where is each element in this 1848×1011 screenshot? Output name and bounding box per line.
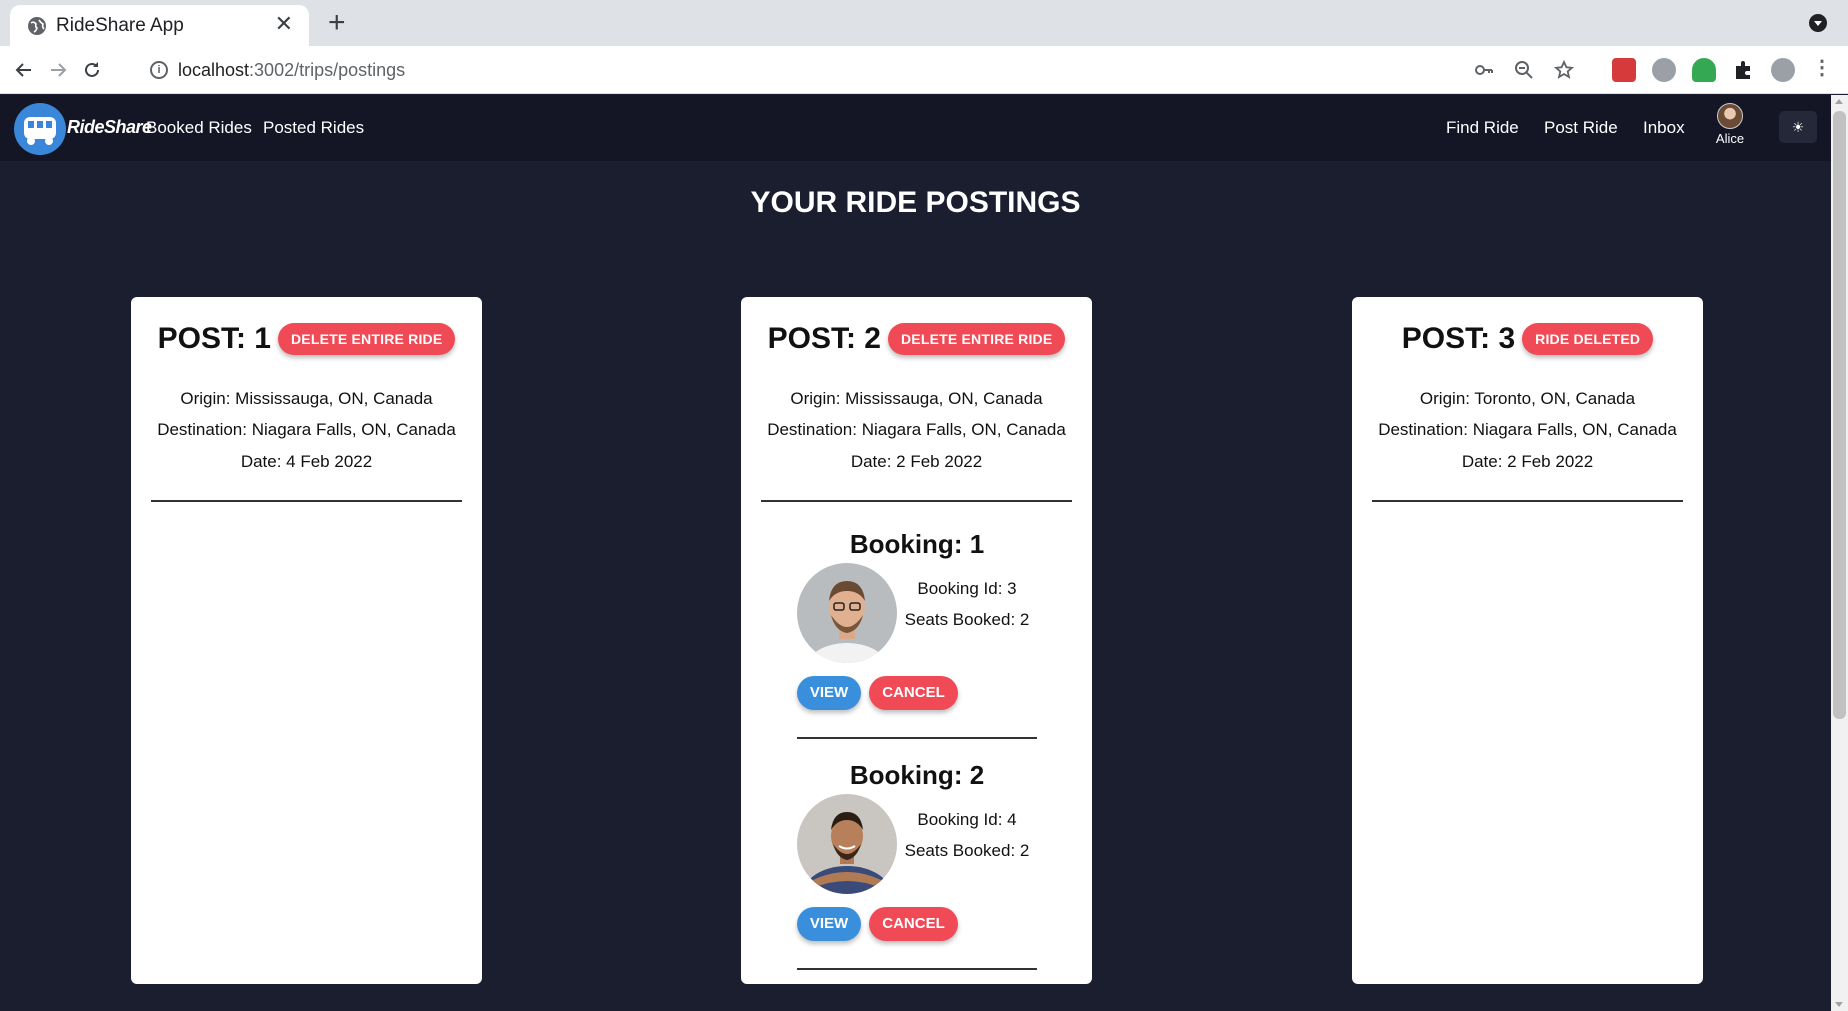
seats-booked: Seats Booked: 2 — [904, 841, 1030, 860]
user-menu[interactable]: Alice — [1710, 103, 1750, 146]
page-scrollbar[interactable] — [1831, 95, 1848, 1011]
bug-icon[interactable] — [1652, 58, 1676, 82]
post-number: POST: 1 — [157, 322, 271, 355]
app-navbar: RideShare Booked Rides Posted Rides Find… — [0, 95, 1831, 161]
cancel-booking-button[interactable]: CANCEL — [869, 676, 958, 710]
post-header: POST: 1 DELETE ENTIRE RIDE — [131, 322, 482, 356]
forward-arrow-icon[interactable] — [44, 56, 72, 84]
url-text: localhost:3002/trips/postings — [178, 60, 405, 81]
post-header: POST: 2 DELETE ENTIRE RIDE — [741, 322, 1092, 356]
ride-deleted-badge: RIDE DELETED — [1522, 323, 1654, 355]
sun-icon: ☀ — [1791, 119, 1805, 135]
divider — [797, 968, 1037, 970]
divider — [797, 737, 1037, 739]
nav-booked-rides[interactable]: Booked Rides — [146, 118, 252, 138]
delete-ride-button[interactable]: DELETE ENTIRE RIDE — [277, 323, 456, 355]
extension-html-icon[interactable] — [1692, 58, 1716, 82]
divider — [1372, 500, 1683, 502]
theme-toggle-button[interactable]: ☀ — [1779, 111, 1817, 143]
post-number: POST: 3 — [1401, 322, 1516, 355]
view-booking-button[interactable]: VIEW — [797, 676, 861, 710]
post-origin: Origin: Toronto, ON, Canada — [1419, 389, 1636, 408]
puzzle-icon[interactable] — [1732, 58, 1756, 82]
booking-id: Booking Id: 3 — [917, 579, 1017, 598]
menu-dots-icon[interactable]: ⋮ — [1812, 58, 1832, 82]
site-info-icon[interactable]: i — [150, 61, 168, 79]
booker-avatar — [797, 794, 897, 894]
post-card: POST: 3 RIDE DELETED Origin: Toronto, ON… — [1352, 297, 1703, 984]
post-destination: Destination: Niagara Falls, ON, Canada — [1378, 420, 1677, 439]
post-card: POST: 2 DELETE ENTIRE RIDE Origin: Missi… — [741, 297, 1092, 984]
back-arrow-icon[interactable] — [10, 56, 38, 84]
rideshare-logo-icon[interactable] — [14, 103, 66, 155]
booker-avatar — [797, 563, 897, 663]
post-destination: Destination: Niagara Falls, ON, Canada — [157, 420, 456, 439]
key-icon[interactable] — [1474, 60, 1494, 80]
scroll-thumb[interactable] — [1833, 111, 1846, 719]
nav-inbox[interactable]: Inbox — [1643, 118, 1685, 138]
post-origin: Origin: Mississauga, ON, Canada — [790, 389, 1043, 408]
scroll-up-icon[interactable] — [1835, 99, 1843, 104]
post-date: Date: 2 Feb 2022 — [1461, 452, 1594, 471]
reload-icon[interactable] — [78, 56, 106, 84]
avatar — [1717, 103, 1743, 129]
post-header: POST: 3 RIDE DELETED — [1352, 322, 1703, 356]
nav-posted-rides[interactable]: Posted Rides — [263, 118, 364, 138]
booking-title: Booking: 1 — [849, 529, 985, 559]
extension-red-icon[interactable] — [1612, 58, 1636, 82]
browser-toolbar: i localhost:3002/trips/postings ⋮ — [0, 46, 1848, 94]
user-name: Alice — [1715, 131, 1745, 146]
divider — [761, 500, 1072, 502]
tab-title: RideShare App — [56, 15, 184, 36]
divider — [151, 500, 462, 502]
new-tab-button[interactable]: + — [328, 5, 346, 41]
brand-name[interactable]: RideShare — [67, 117, 152, 138]
nav-post-ride[interactable]: Post Ride — [1544, 118, 1618, 138]
seats-booked: Seats Booked: 2 — [904, 610, 1030, 629]
delete-ride-button[interactable]: DELETE ENTIRE RIDE — [887, 323, 1066, 355]
address-bar[interactable]: i localhost:3002/trips/postings — [136, 52, 1591, 88]
booking-title: Booking: 2 — [849, 760, 985, 790]
post-date: Date: 4 Feb 2022 — [240, 452, 373, 471]
browser-tabstrip: RideShare App ✕ + — [0, 0, 1848, 46]
bookmark-star-icon[interactable] — [1554, 60, 1574, 80]
post-origin: Origin: Mississauga, ON, Canada — [180, 389, 433, 408]
cancel-booking-button[interactable]: CANCEL — [869, 907, 958, 941]
zoom-icon[interactable] — [1514, 60, 1534, 80]
booking-id: Booking Id: 4 — [917, 810, 1017, 829]
post-date: Date: 2 Feb 2022 — [850, 452, 983, 471]
nav-find-ride[interactable]: Find Ride — [1446, 118, 1519, 138]
browser-tab[interactable]: RideShare App ✕ — [10, 5, 309, 46]
post-number: POST: 2 — [767, 322, 881, 355]
url-path: :3002/trips/postings — [249, 60, 406, 80]
post-card: POST: 1 DELETE ENTIRE RIDE Origin: Missi… — [131, 297, 482, 984]
globe-icon — [28, 17, 46, 35]
url-host: localhost — [178, 60, 250, 80]
tab-search-icon[interactable] — [1809, 14, 1827, 32]
view-booking-button[interactable]: VIEW — [797, 907, 861, 941]
scroll-down-icon[interactable] — [1835, 1002, 1843, 1007]
post-destination: Destination: Niagara Falls, ON, Canada — [767, 420, 1066, 439]
profile-icon[interactable] — [1771, 58, 1795, 82]
page-title: YOUR RIDE POSTINGS — [750, 186, 1081, 219]
close-tab-icon[interactable]: ✕ — [275, 13, 293, 35]
